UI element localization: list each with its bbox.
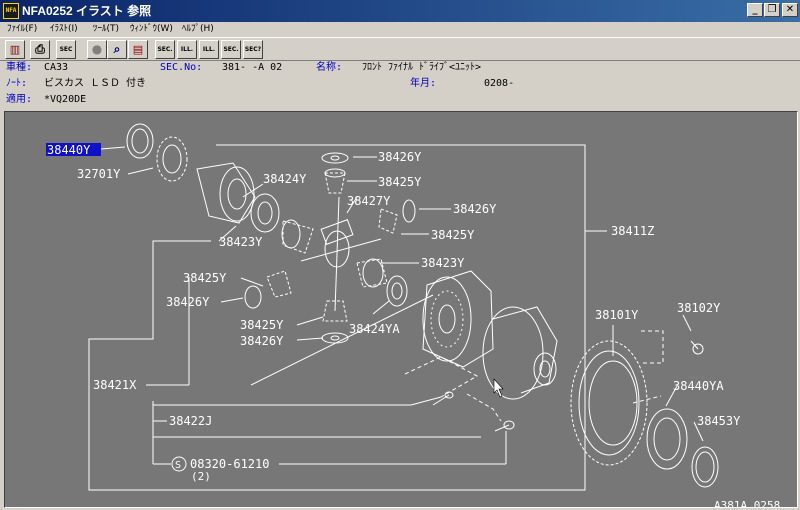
lsd-body [482, 306, 544, 400]
part-label-38411z[interactable]: 38411Z [611, 224, 654, 238]
menu-help[interactable]: ﾍﾙﾌﾟ(H) [182, 23, 214, 35]
screw-08320 [494, 424, 510, 432]
date-value: 0208- [484, 78, 515, 89]
pinion-right [378, 208, 398, 234]
print-icon[interactable]: ⎙ [30, 40, 50, 59]
part-label-38440y[interactable]: 38440Y [47, 143, 91, 157]
part-label-38426y[interactable]: 38426Y [378, 150, 422, 164]
books-icon[interactable]: ▥ [5, 40, 25, 59]
model-value: CA33 [44, 62, 69, 73]
toolbar: ▥ ⎙ SEC ● ⌕ ▤ SEC. ILL. ILL. SEC. SEC? [0, 37, 800, 61]
page-icon[interactable]: ▤ [128, 40, 148, 59]
washer-left [244, 285, 262, 309]
pinion-left [266, 270, 292, 298]
exploded-diagram: 38440Y 32701Y 38426Y 38424Y 38425Y 38427… [46, 123, 780, 508]
ring-gear-38101y [570, 340, 648, 466]
part-label-38425y-3[interactable]: 38425Y [183, 271, 227, 285]
sec-question-icon[interactable]: SEC? [243, 40, 263, 59]
sec-value: 381- -A 02 [222, 62, 283, 73]
part-label-38426y-4[interactable]: 38426Y [240, 334, 284, 348]
sec-ill-icon[interactable]: SEC. [155, 40, 175, 59]
part-info-panel: 車種: CA33 SEC.No: 381- -A 02 名称: ﾌﾛﾝﾄ ﾌｧｲ… [0, 61, 800, 111]
washer-bottom [321, 332, 349, 344]
washer-38424y [250, 193, 280, 233]
part-label-38440ya[interactable]: 38440YA [673, 379, 724, 393]
part-label-08320[interactable]: 08320-61210 [190, 457, 269, 471]
zoom-icon[interactable]: ⌕ [107, 40, 127, 59]
part-label-38424ya[interactable]: 38424YA [349, 322, 400, 336]
menu-tools[interactable]: ﾂｰﾙ(T) [93, 23, 119, 35]
washer-38424ya [386, 275, 408, 307]
circle-icon[interactable]: ● [87, 40, 107, 59]
washer-top [321, 152, 349, 164]
name-value: ﾌﾛﾝﾄ ﾌｧｲﾅﾙ ﾄﾞﾗｲﾌﾞ<ﾕﾆｯﾄ> [362, 62, 482, 73]
part-qty-08320: (2) [191, 470, 211, 483]
minimize-icon[interactable]: _ [747, 3, 763, 17]
mouse-cursor [493, 378, 504, 398]
name-label: 名称: [316, 62, 343, 73]
sec-icon[interactable]: SEC [56, 40, 76, 59]
part-label-38453y[interactable]: 38453Y [697, 414, 741, 428]
part-label-32701y[interactable]: 32701Y [77, 167, 121, 181]
part-label-38427y[interactable]: 38427Y [347, 194, 391, 208]
menu-file[interactable]: ﾌｧｲﾙ(F) [7, 23, 37, 35]
part-label-38426y-3[interactable]: 38426Y [166, 295, 210, 309]
lsd-housing [422, 270, 494, 368]
part-label-38425y-2[interactable]: 38425Y [431, 228, 475, 242]
washer-right [402, 199, 416, 223]
note-label: ﾉｰﾄ: [6, 78, 28, 89]
ill-next-icon[interactable]: ILL. [199, 40, 219, 59]
sec-label: SEC.No: [160, 62, 203, 73]
apply-label: 適用: [6, 94, 33, 105]
part-label-38423y-2[interactable]: 38423Y [421, 256, 465, 270]
ill-icon[interactable]: ILL. [177, 40, 197, 59]
part-label-38423y[interactable]: 38423Y [219, 235, 263, 249]
sec-next-icon[interactable]: SEC. [221, 40, 241, 59]
menu-illust[interactable]: ｲﾗｽﾄ(I) [50, 23, 78, 35]
screw-symbol-letter: S [175, 460, 181, 471]
menu-window[interactable]: ｳｨﾝﾄﾞｳ(W) [130, 23, 173, 35]
maximize-icon[interactable]: ❐ [764, 3, 780, 17]
date-label: 年月: [410, 78, 437, 89]
model-label: 車種: [6, 62, 33, 73]
part-label-38426y-2[interactable]: 38426Y [453, 202, 497, 216]
part-label-38425y-4[interactable]: 38425Y [240, 318, 284, 332]
figure-id: A381A 0258 [714, 499, 780, 508]
window-title: NFA0252 イラスト 参照 [22, 4, 152, 18]
bracket-outline [88, 144, 586, 491]
part-label-38421x[interactable]: 38421X [93, 378, 137, 392]
part-label-38101y[interactable]: 38101Y [595, 308, 639, 322]
note-value: ビスカス ＬＳＤ 付き [44, 78, 147, 89]
apply-value: *VQ20DE [44, 94, 87, 105]
part-label-38425y[interactable]: 38425Y [378, 175, 422, 189]
title-bar[interactable]: NFA NFA0252 イラスト 参照 _ ❐ ✕ [0, 0, 800, 22]
close-icon[interactable]: ✕ [782, 3, 798, 17]
part-label-38102y[interactable]: 38102Y [677, 301, 721, 315]
part-label-38422j[interactable]: 38422J [169, 414, 212, 428]
menu-bar: ﾌｧｲﾙ(F) ｲﾗｽﾄ(I) ﾂｰﾙ(T) ｳｨﾝﾄﾞｳ(W) ﾍﾙﾌﾟ(H) [0, 22, 800, 36]
part-label-38424y[interactable]: 38424Y [263, 172, 307, 186]
gear-32701y [156, 136, 188, 182]
illustration-canvas[interactable]: 38440Y 32701Y 38426Y 38424Y 38425Y 38427… [4, 111, 798, 508]
app-icon: NFA [3, 3, 19, 19]
